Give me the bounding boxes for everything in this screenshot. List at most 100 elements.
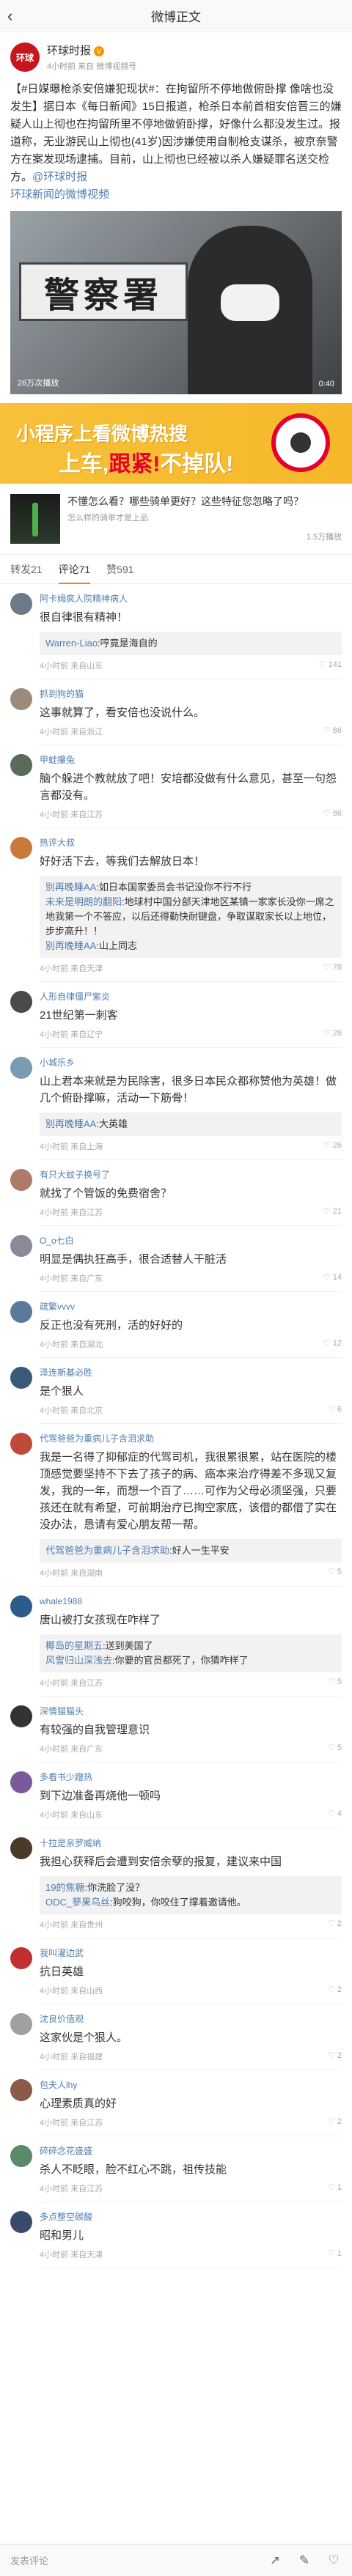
comment-item[interactable]: 多点整空碳酸 昭和男儿 4小时前 来自天津 ♡ 1: [10, 2202, 342, 2268]
reply-author[interactable]: 风雪归山深浅去: [45, 1655, 112, 1666]
comment-item[interactable]: 热评大叔 好好活下去，等我们去解放日本！ 别再晚睡AA:如日本国家委员会书记没你不行…: [10, 828, 342, 982]
comment-item[interactable]: 抓到狗的猫 这事就算了，看安倍也没说什么。 4小时前 来自浙江 ♡ 86: [10, 679, 342, 745]
comment-author[interactable]: 我叫濯边武: [40, 1947, 342, 1959]
tab-comments[interactable]: 评论71: [58, 555, 91, 584]
comment-item[interactable]: 十拉是亲罗威纳 我担心获释后会遭到安倍余孽的报复，建议来中国 19的焦糖:你洗脸了没…: [10, 1828, 342, 1938]
comment-item[interactable]: 沈良价值观 这家伙是个狠人。 4小时前 来自福建 ♡ 2: [10, 2004, 342, 2070]
like-button[interactable]: ♡ 2: [328, 2116, 342, 2128]
like-button[interactable]: ♡ 5: [328, 1743, 342, 1754]
reply-author[interactable]: 19的焦糖: [45, 1882, 84, 1893]
reply-box[interactable]: 19的焦糖:你洗脸了没？ ODC_蓼果乌丝:狗咬狗，你咬住了撑着邀请他。: [40, 1876, 342, 1914]
reply-box[interactable]: 椰岛的星期五:送到美国了 风雪归山深浅去:你要的官员都死了，你猜咋样了: [40, 1634, 342, 1672]
comment-author[interactable]: 阿卡姆疯人院精神病人: [40, 593, 342, 605]
comment-author[interactable]: 泽连斯基必胜: [40, 1367, 342, 1379]
like-button[interactable]: ♡ 1: [328, 2248, 342, 2260]
avatar[interactable]: [10, 1367, 32, 1389]
like-button[interactable]: ♡ 1: [328, 2182, 342, 2194]
tab-reposts[interactable]: 转发21: [10, 555, 43, 584]
avatar[interactable]: 环球: [10, 43, 40, 72]
like-button[interactable]: ♡ 21: [323, 1206, 342, 1218]
ad-thumbnail[interactable]: [10, 494, 60, 544]
comment-author[interactable]: 碎碎念花盛盛: [40, 2145, 342, 2157]
video-player[interactable]: 警察署 26万次播放 0:40: [10, 211, 342, 394]
like-button[interactable]: ♡ 2: [328, 1919, 342, 1930]
comment-author[interactable]: 抓到狗的猫: [40, 688, 342, 700]
comment-author[interactable]: 深情猫猫头: [40, 1705, 342, 1717]
like-button[interactable]: ♡ 28: [323, 1028, 342, 1040]
post-author[interactable]: 环球 环球时报 V 4小时前 来自 微博视频号: [10, 41, 342, 73]
comment-author[interactable]: 代驾爸爸为重病儿子含泪求助: [40, 1433, 342, 1444]
reply-box[interactable]: 别再晚睡AA:大英雄: [40, 1112, 342, 1136]
comment-item[interactable]: 阿卡姆疯人院精神病人 很自律很有精神！ Warren-Liao:哼竟是海自的 4小时前…: [10, 584, 342, 679]
avatar[interactable]: [10, 2145, 32, 2167]
reply-box[interactable]: Warren-Liao:哼竟是海自的: [40, 632, 342, 655]
promo-banner[interactable]: 小程序上看微博热搜 上车,跟紧!不掉队!: [0, 403, 352, 484]
avatar[interactable]: [10, 991, 32, 1013]
like-button[interactable]: ♡ 5: [328, 1677, 342, 1689]
author-name[interactable]: 环球时报: [47, 45, 91, 57]
reply-author[interactable]: 别再晚睡AA: [45, 882, 96, 893]
comment-input[interactable]: 发表评论: [10, 2553, 254, 2567]
mention-link[interactable]: @环球时报: [32, 171, 87, 183]
comment-item[interactable]: 碎碎念花盛盛 杀人不眨眼，脸不红心不跳，祖传技能 4小时前 来自江苏 ♡ 1: [10, 2136, 342, 2202]
reply-author[interactable]: 未来是明朗的翻阳: [45, 896, 122, 907]
comment-icon[interactable]: ✎: [296, 2553, 312, 2569]
avatar[interactable]: [10, 2013, 32, 2035]
avatar[interactable]: [10, 2211, 32, 2233]
comment-author[interactable]: O_o七白: [40, 1235, 342, 1247]
comment-item[interactable]: 甲蛙攥兔 脑个躲进个教就放了吧！安培都没做有什么意见，甚至一句怨言都没有。 4小时前…: [10, 745, 342, 828]
comment-item[interactable]: 代驾爸爸为重病儿子含泪求助 我是一名得了抑郁症的代驾司机，我很累很累，站在医院的楼…: [10, 1424, 342, 1587]
comment-author[interactable]: 多看书少蹭热: [40, 1771, 342, 1783]
comment-author[interactable]: 多点整空碳酸: [40, 2211, 342, 2223]
share-icon[interactable]: ↗: [267, 2553, 283, 2569]
comment-item[interactable]: 疏繁vvvv 反正也没有死刑，活的好好的 4小时前 来自湖北 ♡ 12: [10, 1292, 342, 1358]
reply-author[interactable]: 别再晚睡AA: [45, 1118, 96, 1129]
like-button[interactable]: ♡ 86: [323, 808, 342, 820]
comment-author[interactable]: 人形自律僵尸紫炎: [40, 991, 342, 1003]
comment-item[interactable]: 小城乐乡 山上君本来就是为民除害，很多日本民众都称赞他为英雄！做几个俯卧撑嘛，活动…: [10, 1048, 342, 1160]
comment-item[interactable]: 包夫人lhy 心理素质真的好 4小时前 来自江苏 ♡ 2: [10, 2070, 342, 2136]
comment-author[interactable]: 沈良价值观: [40, 2013, 342, 2025]
like-button[interactable]: ♡ 2: [328, 1985, 342, 1996]
avatar[interactable]: [10, 688, 32, 710]
like-icon[interactable]: ♡: [326, 2553, 342, 2569]
comment-item[interactable]: 有只大蚊子换号了 就找了个管饭的免费宿舍？ 4小时前 来自江苏 ♡ 21: [10, 1160, 342, 1226]
avatar[interactable]: [10, 1947, 32, 1969]
reply-box[interactable]: 别再晚睡AA:如日本国家委员会书记没你不行不行 未来是明朗的翻阳:地球村中国分部天…: [40, 876, 342, 958]
avatar[interactable]: [10, 754, 32, 776]
ad-card[interactable]: 不懂怎么看？哪些骑单更好？这些特征您忽略了吗？ 怎么样的骑单才是上品 1.5万播…: [0, 484, 352, 555]
comment-author[interactable]: whale1988: [40, 1595, 342, 1607]
avatar[interactable]: [10, 1057, 32, 1079]
like-button[interactable]: ♡ 26: [323, 1140, 342, 1152]
like-button[interactable]: ♡ 86: [323, 726, 342, 737]
comment-item[interactable]: 多看书少蹭热 到下边准备再烧他一顿吗 4小时前 来自山东 ♡ 4: [10, 1763, 342, 1828]
like-button[interactable]: ♡ 2: [328, 2051, 342, 2062]
like-button[interactable]: ♡ 78: [323, 962, 342, 974]
like-button[interactable]: ♡ 14: [323, 1272, 342, 1284]
avatar[interactable]: [10, 2079, 32, 2101]
avatar[interactable]: [10, 1705, 32, 1727]
avatar[interactable]: [10, 1235, 32, 1257]
comment-item[interactable]: 人形自律僵尸紫炎 21世纪第一刺客 4小时前 来自辽宁 ♡ 28: [10, 982, 342, 1048]
like-button[interactable]: ♡ 4: [328, 1809, 342, 1820]
comment-item[interactable]: O_o七白 明显是偶执狂高手，很合适替人干脏活 4小时前 来自广东 ♡ 14: [10, 1226, 342, 1292]
reply-author[interactable]: 代驾爸爸为重病儿子含泪求助: [45, 1545, 169, 1556]
reply-author[interactable]: 别再晚睡AA: [45, 940, 96, 951]
reply-author[interactable]: ODC_蓼果乌丝: [45, 1897, 110, 1908]
comment-item[interactable]: 深情猫猫头 有较强的自我管理意识 4小时前 来自广东 ♡ 5: [10, 1697, 342, 1763]
reply-author[interactable]: Warren-Liao: [45, 638, 98, 649]
avatar[interactable]: [10, 837, 32, 859]
comment-author[interactable]: 十拉是亲罗威纳: [40, 1837, 342, 1849]
comment-item[interactable]: 泽连斯基必胜 是个狠人 4小时前 来自北京 ♡ 6: [10, 1358, 342, 1424]
video-link[interactable]: 环球新闻的微博视频: [10, 188, 109, 201]
comment-author[interactable]: 热评大叔: [40, 837, 342, 849]
ad-title[interactable]: 不懂怎么看？哪些骑单更好？这些特征您忽略了吗？: [67, 494, 342, 509]
reply-box[interactable]: 代驾爸爸为重病儿子含泪求助:好人一生平安: [40, 1539, 342, 1562]
comment-author[interactable]: 甲蛙攥兔: [40, 754, 342, 766]
comment-author[interactable]: 小城乐乡: [40, 1057, 342, 1069]
comment-item[interactable]: 我叫濯边武 抗日英雄 4小时前 来自山西 ♡ 2: [10, 1938, 342, 2004]
like-button[interactable]: ♡ 6: [328, 1404, 342, 1416]
comment-item[interactable]: whale1988 唐山被打女孩现在咋样了 椰岛的星期五:送到美国了 风雪归山深浅去:…: [10, 1587, 342, 1697]
avatar[interactable]: [10, 1595, 32, 1617]
avatar[interactable]: [10, 1837, 32, 1859]
